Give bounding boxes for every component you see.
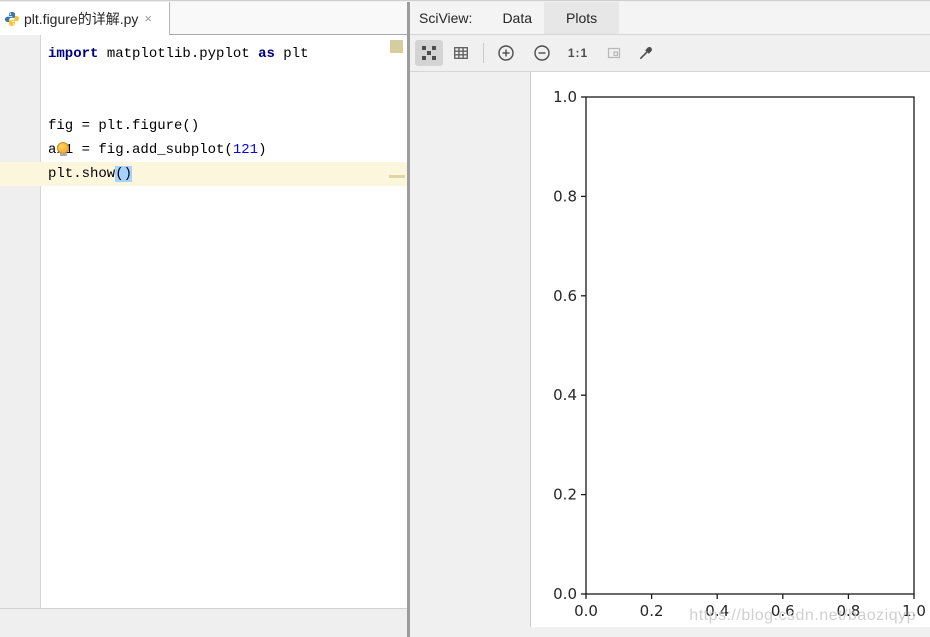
code-line[interactable]: fig = plt.figure() <box>0 114 407 138</box>
eyedropper-icon <box>638 45 654 61</box>
matplotlib-figure: 0.00.20.40.60.81.00.00.20.40.60.81.0 htt… <box>530 72 930 627</box>
zoom-in-button[interactable] <box>492 40 520 66</box>
file-tab[interactable]: plt.figure的详解.py × <box>0 2 170 35</box>
code-token: plt <box>275 46 309 62</box>
pycharm-window: plt.figure的详解.py × import matplotlib.pyp… <box>0 0 930 637</box>
axes-line <box>586 97 914 594</box>
plots-toolbar: 1:1 <box>410 35 930 72</box>
actual-size-label: 1:1 <box>568 46 588 60</box>
sciview-title: SciView: <box>419 10 472 26</box>
inspections-indicator[interactable] <box>390 40 403 53</box>
code-token: matplotlib.pyplot <box>98 46 258 62</box>
fit-to-view-icon <box>421 45 437 61</box>
toolbar-separator <box>483 43 484 63</box>
editor-pane: plt.figure的详解.py × import matplotlib.pyp… <box>0 2 407 637</box>
grid-icon <box>453 45 469 61</box>
fit-to-view-button[interactable] <box>415 40 443 66</box>
tick-label: 0.2 <box>640 602 664 620</box>
code-line[interactable] <box>0 90 407 114</box>
tick-label: 0.6 <box>553 287 577 305</box>
code-token: import <box>48 46 98 62</box>
code-line[interactable]: import matplotlib.pyplot as plt <box>0 42 407 66</box>
code-token: ax1 = fig.add_subplot( <box>48 142 233 158</box>
code-lines: import matplotlib.pyplot as plt fig = plt… <box>0 42 407 186</box>
code-token: plt.show <box>48 166 115 182</box>
color-picker-button[interactable] <box>632 40 660 66</box>
fit-selection-button <box>600 40 628 66</box>
code-token: fig = plt.figure() <box>48 118 199 134</box>
file-tab-title: plt.figure的详解.py <box>24 9 138 29</box>
tab-data[interactable]: Data <box>490 2 544 34</box>
code-line[interactable]: ax1 = fig.add_subplot(121) <box>0 138 407 162</box>
tick-label: 0.2 <box>553 486 577 504</box>
code-line[interactable]: plt.show() <box>0 162 407 186</box>
plots-panel: 0.00.20.40.60.81.00.00.20.40.60.81.0 htt… <box>410 72 930 637</box>
tick-label: 0.8 <box>553 187 577 205</box>
close-tab-icon[interactable]: × <box>144 12 152 25</box>
grid-view-button[interactable] <box>447 40 475 66</box>
code-token: ) <box>258 142 266 158</box>
intention-bulb-icon[interactable] <box>57 142 71 156</box>
code-token: 121 <box>233 142 258 158</box>
zoom-in-icon <box>497 44 515 62</box>
tick-label: 0.0 <box>574 602 598 620</box>
watermark-text: https://blog.csdn.net/baoziqyp <box>689 607 916 625</box>
fit-selection-icon <box>606 45 622 61</box>
tick-label: 0.4 <box>553 386 577 404</box>
zoom-out-icon <box>533 44 551 62</box>
python-file-icon <box>4 11 20 27</box>
actual-size-button[interactable]: 1:1 <box>564 40 592 66</box>
plot-axes: 0.00.20.40.60.81.00.00.20.40.60.81.0 <box>531 72 930 627</box>
tick-label: 1.0 <box>553 88 577 106</box>
code-editor[interactable]: import matplotlib.pyplot as plt fig = plt… <box>0 35 407 608</box>
sciview-tab-bar: SciView: Data Plots <box>410 2 930 35</box>
code-line[interactable] <box>0 66 407 90</box>
editor-tab-bar: plt.figure的详解.py × <box>0 2 407 35</box>
code-token: as <box>258 46 275 62</box>
zoom-out-button[interactable] <box>528 40 556 66</box>
tick-label: 0.0 <box>553 585 577 603</box>
code-token: () <box>115 166 132 182</box>
editor-bottom-strip <box>0 608 407 637</box>
tab-plots[interactable]: Plots <box>544 2 619 34</box>
error-stripe-mark <box>389 175 405 178</box>
sciview-pane: SciView: Data Plots <box>410 2 930 637</box>
